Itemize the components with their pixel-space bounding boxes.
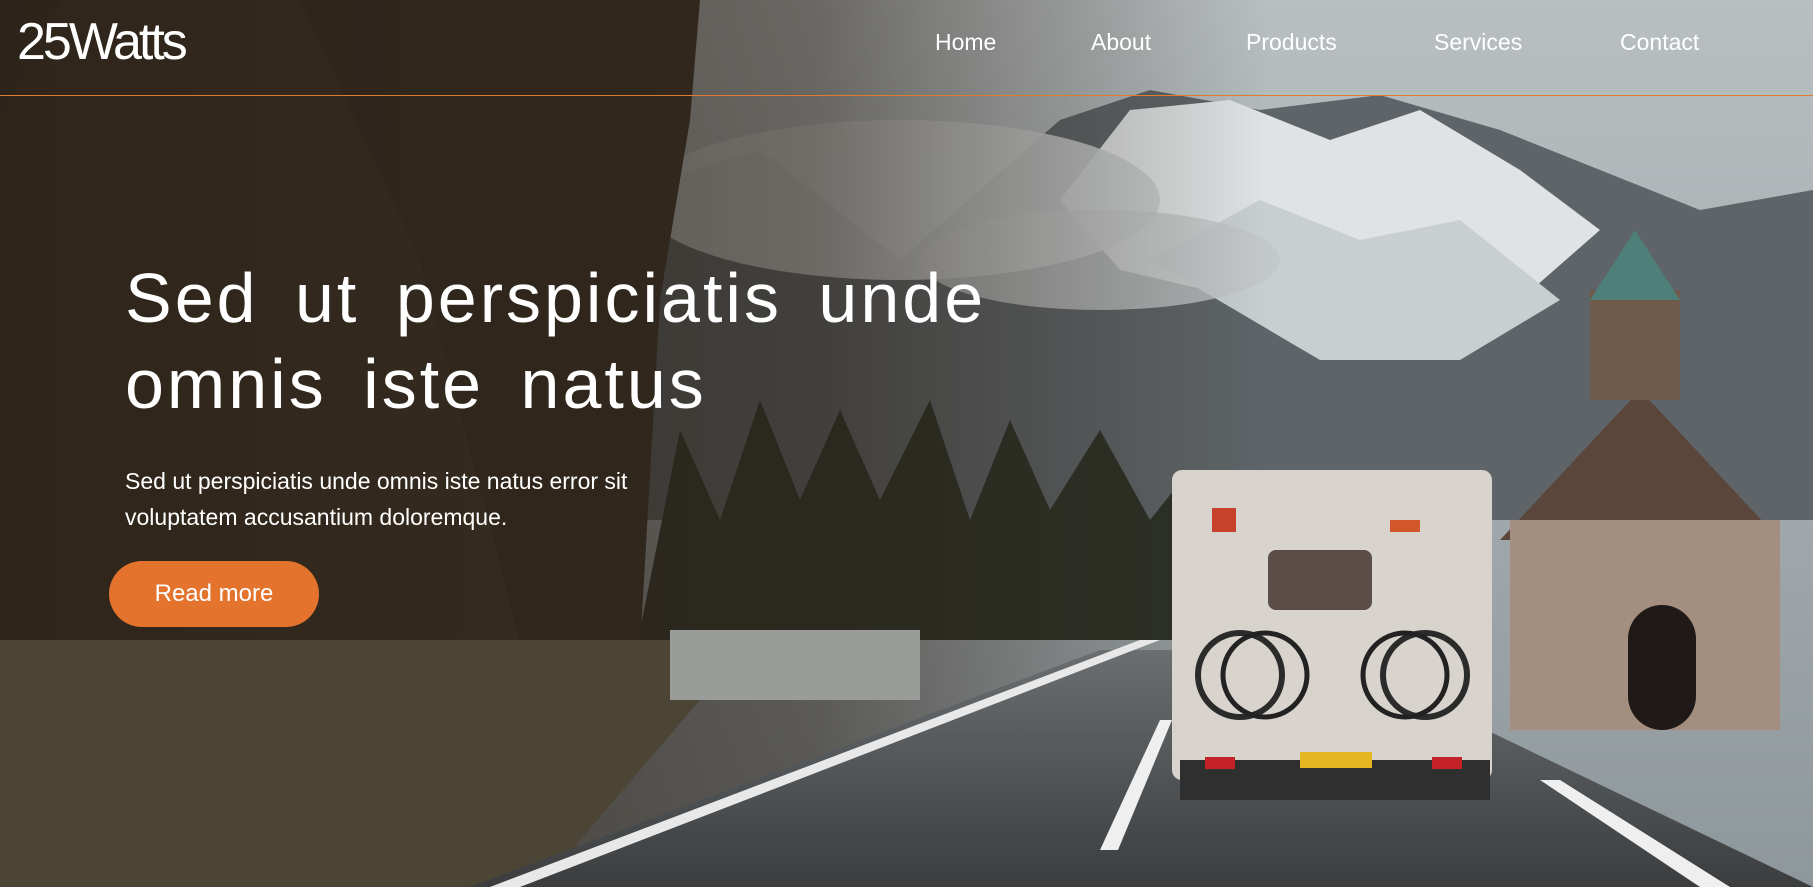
nav-item-products[interactable]: Products [1246, 26, 1337, 58]
main-nav: Home About Products Services Contact [0, 26, 1813, 58]
hero-title: Sed ut perspiciatis unde omnis iste natu… [125, 259, 987, 423]
hero-background-image [0, 0, 1813, 887]
nav-item-contact[interactable]: Contact [1620, 26, 1699, 58]
nav-item-services[interactable]: Services [1434, 26, 1522, 58]
nav-item-home[interactable]: Home [935, 26, 996, 58]
nav-item-about[interactable]: About [1091, 26, 1151, 58]
hero-subtitle: Sed ut perspiciatis unde omnis iste natu… [125, 468, 628, 530]
site-header: 25Watts Home About Products Services Con… [0, 0, 1813, 96]
read-more-button[interactable]: Read more [109, 561, 319, 627]
